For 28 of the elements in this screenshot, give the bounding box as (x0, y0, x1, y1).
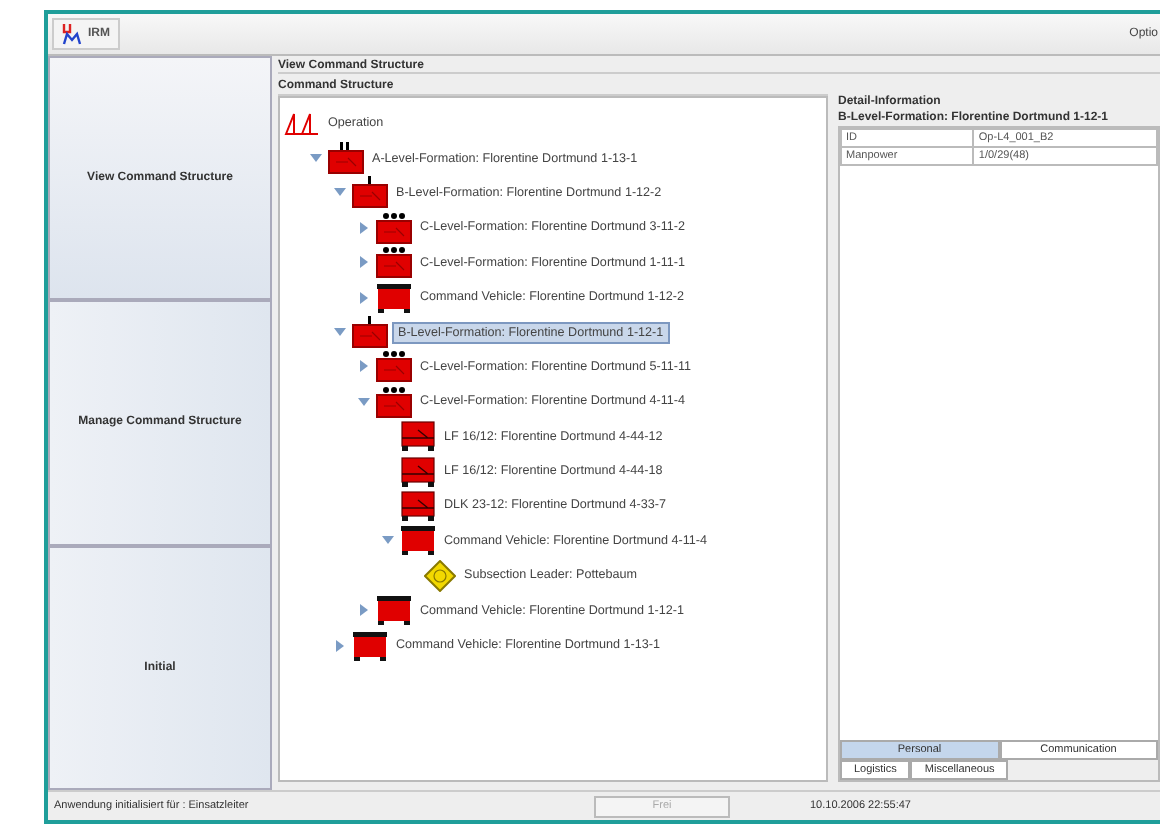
collapsed-toggle[interactable] (356, 358, 372, 375)
expanded-toggle[interactable] (308, 150, 324, 167)
vehicle-icon (400, 524, 436, 557)
collapsed-toggle[interactable] (332, 637, 348, 654)
formation-icon (352, 176, 388, 209)
truck-icon (400, 489, 436, 522)
collapsed-toggle[interactable] (356, 254, 372, 271)
formation-icon (328, 142, 364, 175)
operation-icon (284, 111, 320, 136)
formation-icon (376, 350, 412, 383)
collapsed-toggle[interactable] (356, 602, 372, 619)
diamond-icon (424, 559, 456, 592)
formation-icon (352, 316, 388, 349)
vehicle-icon (376, 594, 412, 627)
collapsed-toggle[interactable] (356, 219, 372, 236)
truck-icon (400, 455, 436, 488)
truck-icon (400, 420, 436, 453)
expanded-toggle[interactable] (380, 532, 396, 549)
collapsed-toggle[interactable] (356, 289, 372, 306)
expanded-toggle[interactable] (332, 184, 348, 201)
vehicle-icon (376, 281, 412, 314)
formation-icon (376, 211, 412, 244)
vehicle-icon (352, 629, 388, 662)
formation-icon (376, 246, 412, 279)
expanded-toggle[interactable] (332, 324, 348, 341)
expanded-toggle[interactable] (356, 393, 372, 410)
formation-icon (376, 385, 412, 418)
logo-icon (62, 22, 82, 46)
